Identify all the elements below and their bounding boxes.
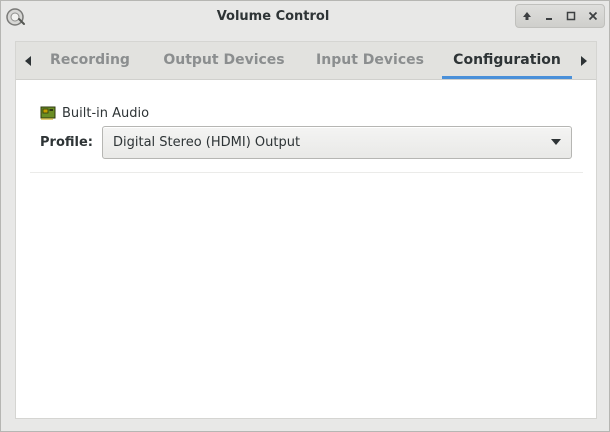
- profile-dropdown[interactable]: Digital Stereo (HDMI) Output: [102, 126, 572, 159]
- window-title: Volume Control: [216, 9, 330, 24]
- title-bar[interactable]: Volume Control: [1, 1, 609, 33]
- separator: [30, 172, 583, 173]
- chevron-down-icon: [551, 139, 561, 145]
- tab-bar: Recording Output Devices Input Devices C…: [16, 42, 596, 80]
- maximize-icon: [566, 11, 576, 21]
- device-header: Built-in Audio: [40, 104, 149, 122]
- profile-selected-value: Digital Stereo (HDMI) Output: [113, 135, 301, 150]
- main-content: Recording Output Devices Input Devices C…: [15, 41, 597, 419]
- tab-scroll-left-button[interactable]: [16, 42, 40, 79]
- window-controls: [515, 4, 605, 28]
- profile-label: Profile:: [40, 135, 93, 150]
- tab-recording[interactable]: Recording: [42, 42, 138, 79]
- volume-control-window: Volume Control Recording Output Devices …: [0, 0, 610, 432]
- keep-above-button[interactable]: [519, 8, 535, 24]
- device-name: Built-in Audio: [62, 105, 150, 121]
- tab-scroll-right-button[interactable]: [572, 42, 596, 79]
- minimize-icon: [546, 18, 552, 20]
- tab-output-devices[interactable]: Output Devices: [156, 42, 292, 79]
- close-button[interactable]: [585, 8, 601, 24]
- chevron-left-icon: [25, 55, 31, 66]
- maximize-button[interactable]: [563, 8, 579, 24]
- close-icon: [588, 11, 598, 21]
- tab-configuration[interactable]: Configuration: [442, 42, 572, 79]
- keep-above-icon: [523, 12, 531, 20]
- active-tab-indicator: [442, 76, 572, 79]
- tab-input-devices[interactable]: Input Devices: [308, 42, 432, 79]
- sound-card-icon: [40, 106, 56, 120]
- minimize-button[interactable]: [541, 8, 557, 24]
- chevron-right-icon: [581, 55, 587, 66]
